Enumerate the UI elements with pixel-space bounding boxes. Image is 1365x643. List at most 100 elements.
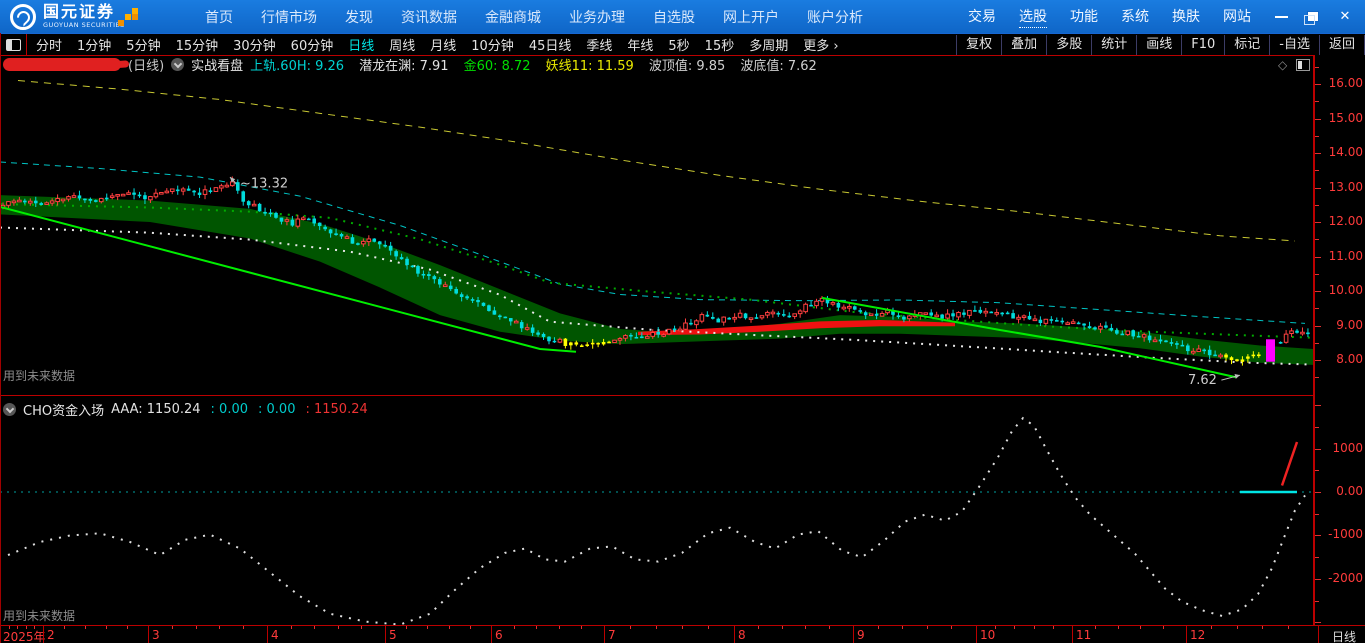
week-tick: [1014, 626, 1016, 629]
restore-button[interactable]: [1297, 0, 1329, 33]
week-tick: [469, 626, 471, 629]
tool-button[interactable]: 标记: [1224, 34, 1269, 55]
period-button[interactable]: 60分钟: [291, 35, 334, 54]
month-gridline: [1186, 626, 1187, 643]
period-button[interactable]: 1分钟: [77, 35, 111, 54]
week-tick: [805, 626, 807, 629]
menu-item[interactable]: 账户分析: [807, 7, 863, 27]
period-button[interactable]: 15秒: [705, 35, 735, 54]
menu-item[interactable]: 系统: [1121, 6, 1149, 28]
tool-button[interactable]: F10: [1181, 34, 1224, 55]
price-tick: [1315, 66, 1319, 68]
price-tick: [1315, 170, 1319, 172]
week-tick: [1052, 626, 1054, 629]
week-tick: [656, 626, 657, 629]
month-label: 4: [271, 628, 279, 642]
period-button[interactable]: 季线: [586, 35, 612, 54]
week-tick: [1117, 626, 1119, 629]
period-button[interactable]: 5秒: [668, 35, 689, 54]
price-axis-label: 16.00: [1328, 76, 1363, 90]
period-button[interactable]: 月线: [430, 35, 456, 54]
toolbar-separator: [26, 34, 27, 55]
month-label: 6: [495, 628, 503, 642]
price-tick: [1315, 239, 1319, 241]
diamond-icon[interactable]: ◇: [1278, 59, 1287, 71]
tool-button[interactable]: 统计: [1091, 34, 1136, 55]
menu-item[interactable]: 网站: [1223, 6, 1251, 28]
tool-button[interactable]: 画线: [1136, 34, 1181, 55]
tool-button[interactable]: 多股: [1046, 34, 1091, 55]
minimize-button[interactable]: [1265, 0, 1297, 33]
layout-split-icon[interactable]: [6, 38, 21, 51]
collapse-chevron-icon[interactable]: [171, 58, 185, 71]
menu-item[interactable]: 资讯数据: [401, 7, 457, 27]
value-tick: [1315, 513, 1319, 515]
series-CHO: [7, 416, 1306, 625]
price-axis-label: 14.00: [1328, 145, 1363, 159]
indicator-value: AAA: 1150.24: [111, 402, 201, 417]
time-axis: 2025年 2 3 4 5 6 7 8 9 10 11 12 日线: [0, 625, 1365, 643]
period-button[interactable]: 30分钟: [233, 35, 276, 54]
collapse-chevron-icon[interactable]: [3, 403, 16, 416]
split-window-icon[interactable]: [1296, 59, 1311, 71]
period-button[interactable]: 45日线: [529, 35, 572, 54]
menu-item[interactable]: 自选股: [653, 7, 695, 27]
chart-annotation: 7.62: [1188, 373, 1217, 388]
period-cell-separator: [1318, 626, 1319, 643]
price-tick: [1315, 377, 1319, 379]
main-chart-plot[interactable]: ~13.32 7.62: [0, 74, 1313, 395]
window-left-border: [0, 33, 1, 643]
week-tick: [581, 626, 583, 629]
week-tick: [243, 626, 245, 629]
stock-name-redaction: [3, 58, 121, 71]
menu-item[interactable]: 首页: [205, 7, 233, 27]
menu-item[interactable]: 换肤: [1172, 6, 1200, 28]
indicator-value: : 1150.24: [305, 402, 368, 417]
period-button[interactable]: 更多 ›: [803, 35, 838, 54]
period-button[interactable]: 周线: [389, 35, 415, 54]
indicator-value: : 0.00: [210, 402, 249, 417]
month-gridline: [385, 626, 386, 643]
month-label: 5: [389, 628, 397, 642]
period-button[interactable]: 10分钟: [471, 35, 514, 54]
month-gridline: [491, 626, 492, 643]
menu-item[interactable]: 选股: [1019, 6, 1047, 28]
month-gridline: [1072, 626, 1073, 643]
tool-button[interactable]: 叠加: [1001, 34, 1046, 55]
price-axis-label: 11.00: [1328, 248, 1363, 263]
week-tick: [757, 626, 759, 629]
tool-button[interactable]: 复权: [956, 34, 1001, 55]
trading-terminal-window: 国元证券 GUOYUAN SECURITIES 首页 行情市场 发现 资讯数据 金融商城…: [0, 0, 1365, 643]
menu-item[interactable]: 金融商城: [485, 7, 541, 27]
indicator-chart-panel: CHO资金入场 AAA: 1150.24: 0.00: 0.00: 1150.2…: [0, 396, 1313, 625]
indicator-name: CHO资金入场: [23, 404, 105, 419]
tool-button[interactable]: 返回: [1318, 34, 1365, 55]
week-tick: [1211, 626, 1213, 629]
week-tick: [1094, 626, 1096, 629]
close-button[interactable]: ✕: [1329, 0, 1361, 33]
price-tick: [1315, 101, 1319, 103]
price-axis-label: 13.00: [1328, 179, 1363, 194]
week-tick: [1140, 626, 1142, 629]
indicator-chart-plot[interactable]: [0, 396, 1313, 625]
period-button[interactable]: 年线: [627, 35, 653, 54]
period-button[interactable]: 日线: [348, 35, 374, 54]
menu-item[interactable]: 业务办理: [569, 7, 625, 27]
menu-item[interactable]: 交易: [968, 6, 996, 28]
indicator-chart-header: CHO资金入场 AAA: 1150.24: 0.00: 0.00: 1150.2…: [3, 400, 378, 419]
week-tick: [64, 626, 65, 629]
period-button[interactable]: 分时: [36, 35, 62, 54]
menu-item[interactable]: 网上开户: [723, 7, 779, 27]
period-buttons: 分时 1分钟 5分钟 15分钟 30分钟 60分钟 日线 周线 月线 10分钟 45日线 季线 年线 5秒…: [36, 35, 839, 54]
period-button[interactable]: 15分钟: [176, 35, 219, 54]
period-button[interactable]: 多周期: [749, 35, 788, 54]
indicator-value: 上轨.60H: 9.26: [250, 59, 345, 74]
week-tick: [1287, 626, 1289, 629]
week-tick: [106, 626, 107, 629]
month-gridline: [734, 626, 735, 643]
tool-button[interactable]: -自选: [1269, 34, 1319, 55]
period-button[interactable]: 5分钟: [126, 35, 160, 54]
menu-item[interactable]: 功能: [1070, 6, 1098, 28]
menu-item[interactable]: 发现: [345, 7, 373, 27]
menu-item[interactable]: 行情市场: [261, 7, 317, 27]
